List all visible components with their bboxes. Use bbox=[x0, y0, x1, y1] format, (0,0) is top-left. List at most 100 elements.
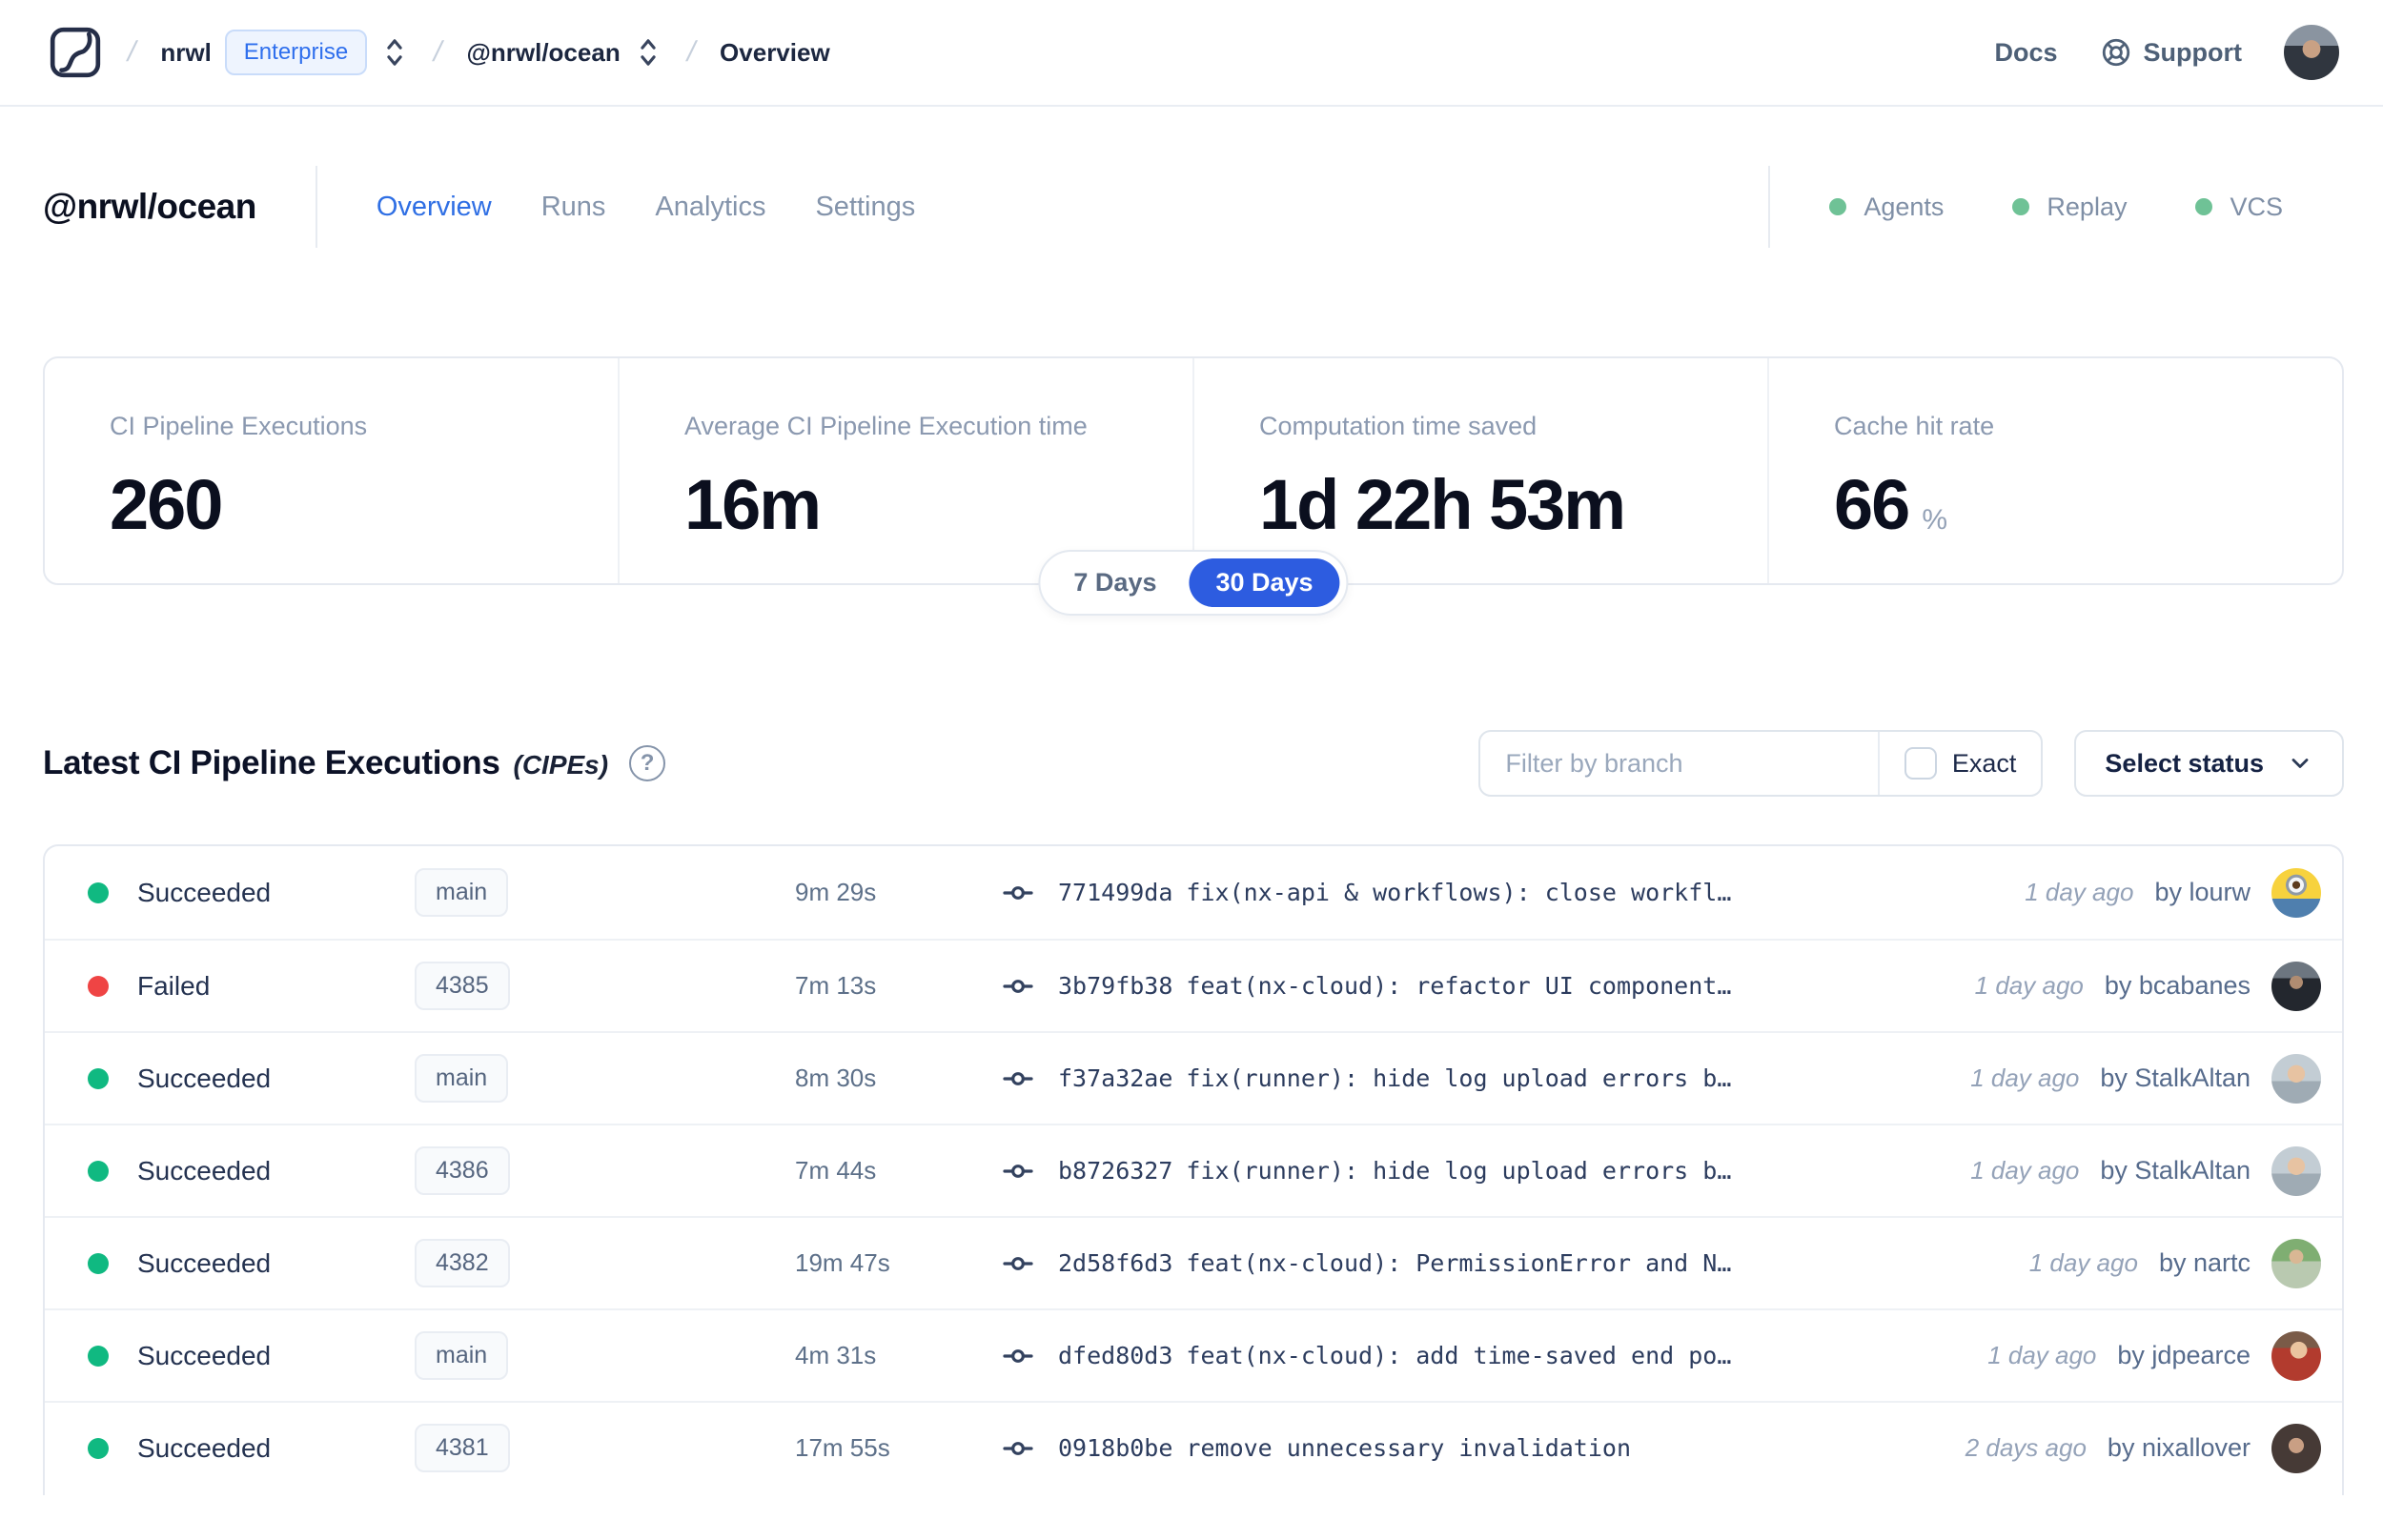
status-dot bbox=[88, 1160, 109, 1182]
commit-message: fix(runner): hide log upload errors b… bbox=[1186, 1064, 1732, 1092]
duration-cell: 9m 29s bbox=[795, 878, 877, 906]
commit-cell: 2d58f6d3 feat(nx-cloud): PermissionError … bbox=[1003, 1248, 2029, 1279]
time-ago: 1 day ago bbox=[1970, 1064, 2080, 1092]
exact-checkbox[interactable] bbox=[1904, 747, 1937, 780]
time-ago: 1 day ago bbox=[2025, 878, 2134, 906]
author: by nartc bbox=[2158, 1248, 2251, 1277]
chevron-up-down-icon[interactable] bbox=[380, 36, 409, 69]
stat-label: Cache hit rate bbox=[1834, 412, 1995, 440]
commit-hash: 0918b0be bbox=[1058, 1434, 1173, 1462]
lifebuoy-icon bbox=[2100, 36, 2132, 69]
tab-overview[interactable]: Overview bbox=[377, 192, 492, 223]
status-cell: Succeeded bbox=[45, 878, 415, 908]
author: by bcabanes bbox=[2104, 971, 2251, 1000]
commit-hash: dfed80d3 bbox=[1058, 1342, 1173, 1369]
stat-label: Computation time saved bbox=[1259, 412, 1538, 440]
chevron-up-down-icon[interactable] bbox=[634, 36, 662, 69]
badge-vcs[interactable]: VCS bbox=[2195, 192, 2283, 222]
git-commit-icon bbox=[1003, 1248, 1033, 1279]
table-row[interactable]: Succeeded 4386 7m 44s b8726327 fix(runner… bbox=[45, 1124, 2342, 1216]
nx-logo[interactable] bbox=[48, 25, 103, 80]
status-dot bbox=[88, 975, 109, 997]
stat-label: Average CI Pipeline Execution time bbox=[684, 412, 1088, 440]
divider bbox=[1768, 166, 1771, 248]
branch-badge[interactable]: main bbox=[415, 1054, 509, 1103]
status-select-label: Select status bbox=[2105, 748, 2264, 778]
cipe-table-body: Succeeded main 9m 29s 771499da fix(nx-api… bbox=[45, 846, 2342, 1493]
breadcrumb-org-selector[interactable]: nrwl Enterprise bbox=[160, 30, 409, 75]
avatar bbox=[2271, 1145, 2321, 1196]
exact-match-segment: Exact bbox=[1877, 732, 2042, 795]
meta-cell: 1 day ago by nartc bbox=[2029, 1238, 2342, 1288]
support-link[interactable]: Support bbox=[2100, 36, 2242, 69]
status-cell: Succeeded bbox=[45, 1156, 415, 1186]
cipe-table: Succeeded main 9m 29s 771499da fix(nx-api… bbox=[43, 844, 2344, 1495]
stat-cache-hit-rate: Cache hit rate 66 % bbox=[1767, 358, 2342, 583]
status-select[interactable]: Select status bbox=[2074, 730, 2344, 797]
cipe-section-header: Latest CI Pipeline Executions (CIPEs) ? … bbox=[43, 730, 2344, 797]
branch-cell: 4382 bbox=[415, 1239, 795, 1287]
branch-cell: main bbox=[415, 868, 795, 917]
org-name: nrwl bbox=[160, 37, 212, 67]
branch-badge[interactable]: 4382 bbox=[415, 1239, 510, 1287]
duration-cell: 7m 44s bbox=[795, 1156, 877, 1185]
commit-hash: 3b79fb38 bbox=[1058, 972, 1173, 1000]
status-dot bbox=[88, 1067, 109, 1089]
table-row[interactable]: Succeeded main 9m 29s 771499da fix(nx-api… bbox=[45, 846, 2342, 939]
workspace-tabs: Overview Runs Analytics Settings bbox=[377, 192, 915, 223]
range-option-7-days[interactable]: 7 Days bbox=[1047, 558, 1183, 607]
table-row[interactable]: Succeeded 4381 17m 55s 0918b0be remove un… bbox=[45, 1401, 2342, 1493]
commit-cell: 3b79fb38 feat(nx-cloud): refactor UI comp… bbox=[1003, 971, 1975, 1002]
range-option-30-days[interactable]: 30 Days bbox=[1189, 558, 1340, 607]
stats-section: CI Pipeline Executions 260 Average CI Pi… bbox=[43, 356, 2344, 616]
commit-hash: b8726327 bbox=[1058, 1157, 1173, 1185]
branch-badge[interactable]: main bbox=[415, 1331, 509, 1380]
status-dot bbox=[88, 1345, 109, 1367]
badge-replay[interactable]: Replay bbox=[2012, 192, 2127, 222]
status-cell: Succeeded bbox=[45, 1433, 415, 1464]
user-avatar[interactable] bbox=[2284, 25, 2339, 80]
avatar bbox=[2271, 867, 2321, 918]
branch-badge[interactable]: 4386 bbox=[415, 1146, 510, 1195]
green-dot-icon bbox=[2012, 198, 2030, 215]
divider bbox=[315, 166, 317, 248]
git-commit-icon bbox=[1003, 971, 1033, 1002]
status-label: Failed bbox=[137, 970, 211, 1001]
time-ago: 1 day ago bbox=[1974, 971, 2084, 1000]
branch-filter-input[interactable] bbox=[1480, 732, 1878, 795]
branch-badge[interactable]: 4385 bbox=[415, 962, 510, 1010]
git-commit-icon bbox=[1003, 1341, 1033, 1371]
table-row[interactable]: Succeeded 4382 19m 47s 2d58f6d3 feat(nx-c… bbox=[45, 1216, 2342, 1308]
table-row[interactable]: Succeeded main 8m 30s f37a32ae fix(runner… bbox=[45, 1031, 2342, 1124]
meta-cell: 1 day ago by StalkAltan bbox=[1970, 1145, 2342, 1196]
docs-link[interactable]: Docs bbox=[1994, 38, 2057, 68]
tab-settings[interactable]: Settings bbox=[815, 192, 915, 223]
breadcrumb-workspace-selector[interactable]: @nrwl/ocean bbox=[467, 36, 662, 69]
branch-cell: main bbox=[415, 1331, 795, 1380]
badge-agents[interactable]: Agents bbox=[1829, 192, 1944, 222]
help-icon[interactable]: ? bbox=[629, 745, 666, 781]
time-ago: 1 day ago bbox=[1987, 1341, 2097, 1369]
branch-badge[interactable]: main bbox=[415, 868, 509, 917]
git-commit-icon bbox=[1003, 1064, 1033, 1094]
commit-cell: dfed80d3 feat(nx-cloud): add time-saved e… bbox=[1003, 1341, 1987, 1371]
top-bar: / nrwl Enterprise / @nrwl/ocean / Overvi… bbox=[0, 0, 2383, 107]
status-cell: Succeeded bbox=[45, 1248, 415, 1279]
commit-message: fix(nx-api & workflows): close workfl… bbox=[1186, 879, 1732, 906]
breadcrumb-separator: / bbox=[124, 36, 139, 68]
breadcrumb-separator: / bbox=[430, 36, 446, 68]
table-row[interactable]: Failed 4385 7m 13s 3b79fb38 feat(nx-cloud… bbox=[45, 939, 2342, 1031]
git-commit-icon bbox=[1003, 1156, 1033, 1186]
badge-replay-label: Replay bbox=[2047, 192, 2128, 221]
tab-runs[interactable]: Runs bbox=[541, 192, 606, 223]
breadcrumb-separator: / bbox=[683, 36, 699, 68]
author: by nixallover bbox=[2107, 1433, 2251, 1462]
commit-hash: 771499da bbox=[1058, 879, 1173, 906]
table-row[interactable]: Succeeded main 4m 31s dfed80d3 feat(nx-cl… bbox=[45, 1308, 2342, 1401]
branch-badge[interactable]: 4381 bbox=[415, 1424, 510, 1472]
tab-analytics[interactable]: Analytics bbox=[655, 192, 765, 223]
branch-cell: 4381 bbox=[415, 1424, 795, 1472]
status-label: Succeeded bbox=[137, 1155, 272, 1185]
author: by StalkAltan bbox=[2100, 1064, 2251, 1092]
duration-cell: 7m 13s bbox=[795, 971, 877, 1000]
